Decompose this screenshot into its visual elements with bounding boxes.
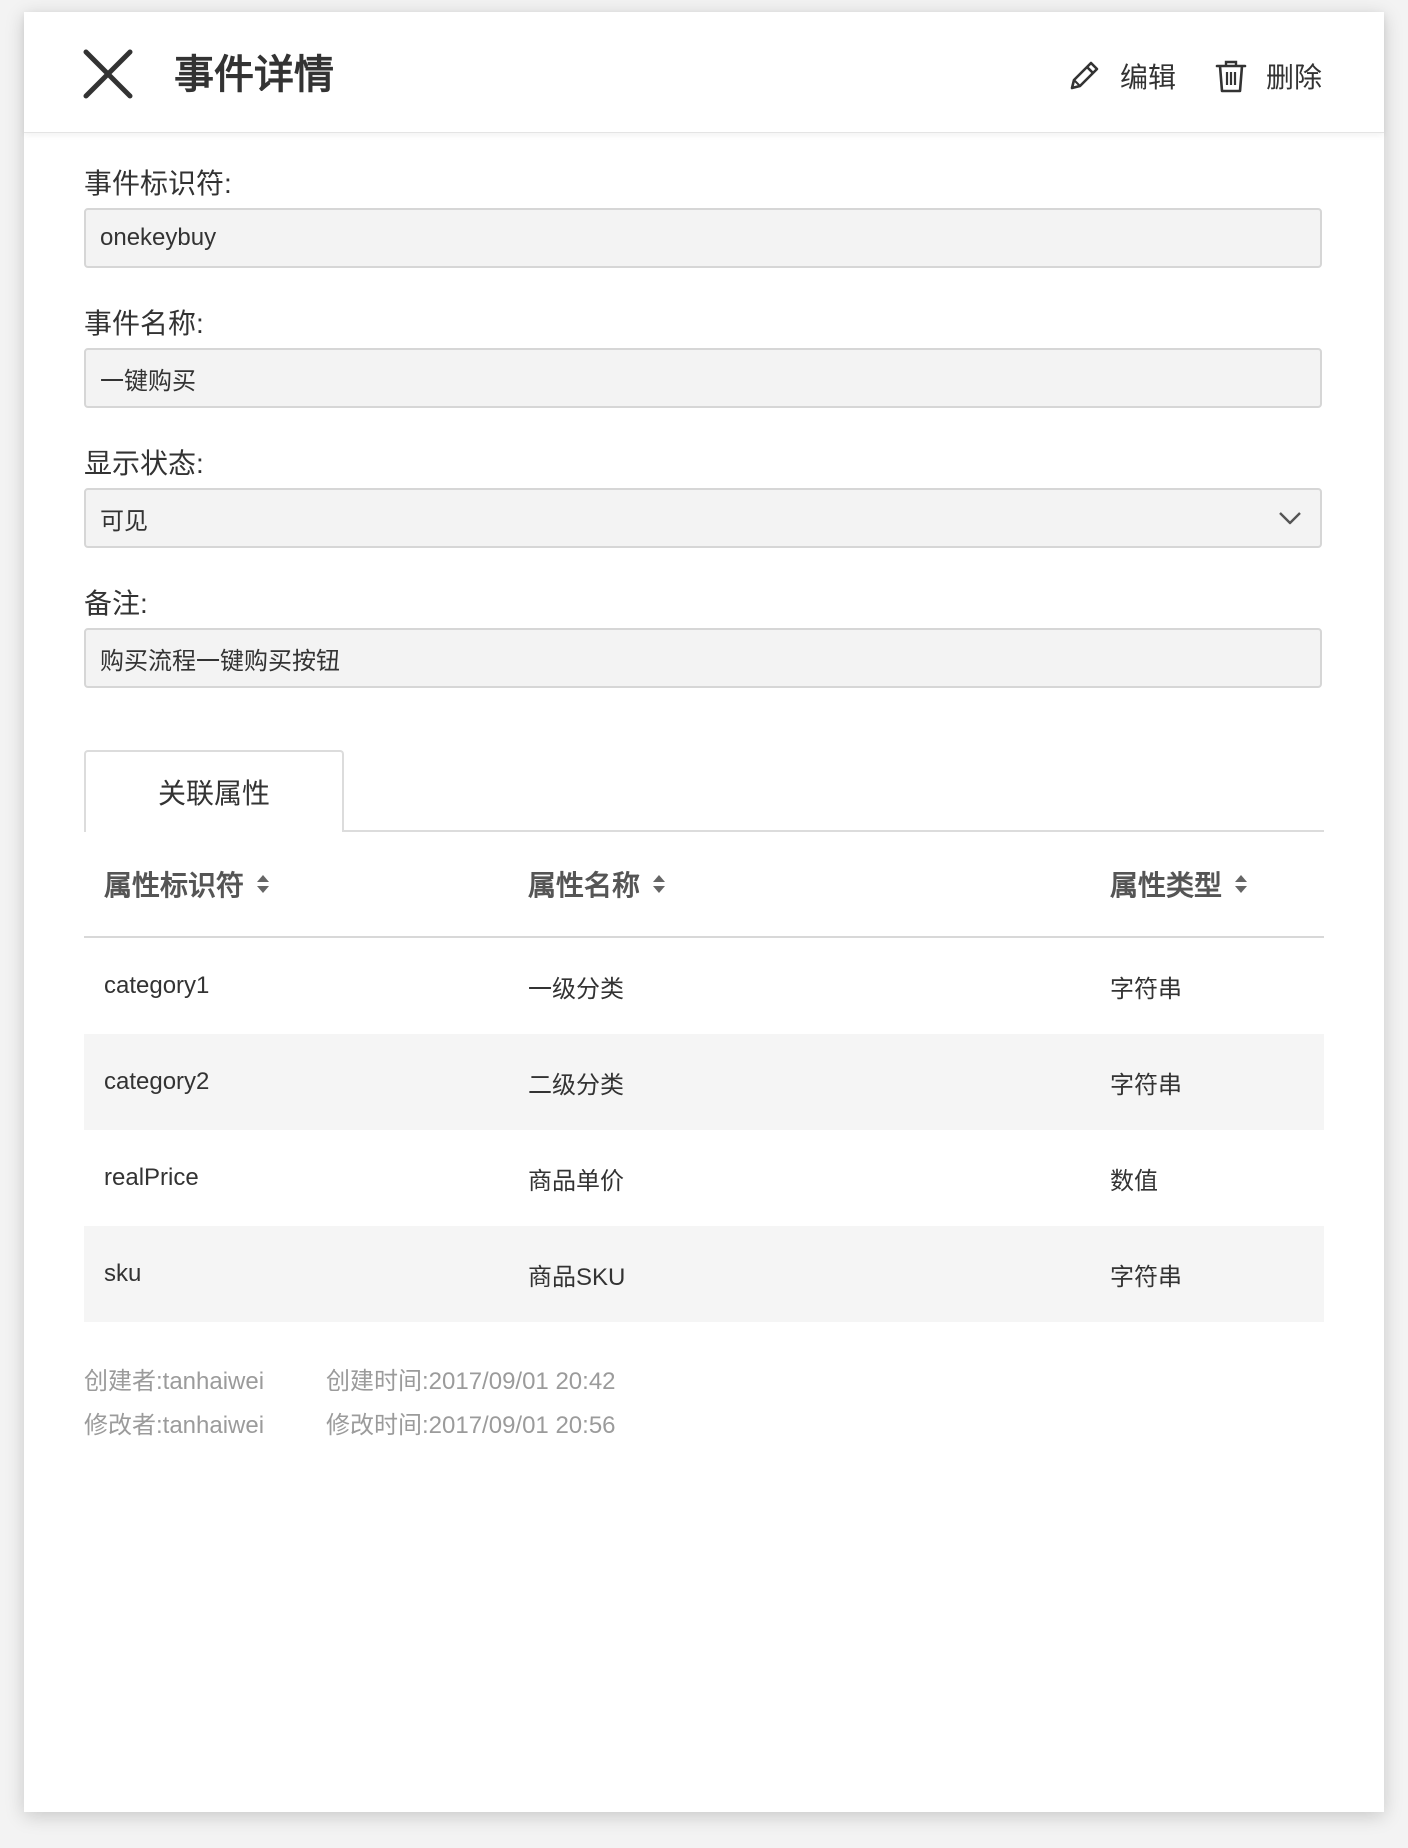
- pencil-icon: [1070, 61, 1099, 90]
- cell-identifier: realPrice: [104, 1164, 199, 1191]
- cell-type: 字符串: [1110, 975, 1182, 1003]
- cell-identifier: sku: [104, 1260, 142, 1287]
- column-header-label: 属性标识符: [104, 870, 245, 901]
- remark-label: 备注:: [84, 588, 148, 619]
- identifier-label: 事件标识符:: [84, 168, 232, 199]
- close-button[interactable]: [80, 46, 136, 102]
- status-select-value: 可见: [100, 507, 148, 535]
- table-row[interactable]: sku 商品SKU 字符串: [84, 1226, 1324, 1322]
- modified-info: 修改者:tanhaiwei 修改时间:2017/09/01 20:56: [84, 1410, 616, 1442]
- table-row[interactable]: category1 一级分类 字符串: [84, 938, 1324, 1034]
- status-label: 显示状态:: [84, 448, 204, 479]
- column-header-label: 属性类型: [1110, 870, 1223, 901]
- status-select[interactable]: 可见: [84, 488, 1322, 548]
- table-header: 属性标识符 属性名称 属性类型: [84, 834, 1324, 938]
- identifier-field[interactable]: onekeybuy: [84, 208, 1322, 268]
- remark-field[interactable]: 购买流程一键购买按钮: [84, 628, 1322, 688]
- cell-identifier: category1: [104, 972, 210, 999]
- created-time-text: 创建时间:2017/09/01 20:42: [326, 1368, 616, 1395]
- delete-label: 删除: [1266, 62, 1323, 93]
- chevron-down-icon: [1279, 512, 1301, 525]
- created-info: 创建者:tanhaiwei 创建时间:2017/09/01 20:42: [84, 1366, 616, 1398]
- header-bar: 事件详情 编辑 删除: [24, 12, 1384, 133]
- sort-icon: [1235, 875, 1248, 893]
- cell-name: 商品SKU: [528, 1263, 626, 1291]
- event-detail-panel: 事件详情 编辑 删除 事件标识符: onekeybuy 事件名称: 一键购买 显…: [24, 12, 1384, 1812]
- creator-text: 创建者:tanhaiwei: [84, 1368, 265, 1395]
- name-label: 事件名称:: [84, 308, 204, 339]
- delete-button[interactable]: 删除: [1214, 56, 1322, 96]
- tab-related-attributes[interactable]: 关联属性: [84, 750, 344, 832]
- modified-time-text: 修改时间:2017/09/01 20:56: [326, 1412, 616, 1439]
- cell-name: 商品单价: [528, 1167, 624, 1195]
- edit-button[interactable]: 编辑: [1066, 56, 1176, 96]
- attribute-table: 属性标识符 属性名称 属性类型 category1 一级分类 字符串 categ…: [84, 834, 1324, 1322]
- column-header-name[interactable]: 属性名称: [528, 864, 666, 904]
- edit-label: 编辑: [1120, 62, 1177, 93]
- cell-identifier: category2: [104, 1068, 210, 1095]
- cell-type: 数值: [1110, 1167, 1158, 1195]
- column-header-label: 属性名称: [528, 870, 641, 901]
- column-header-type[interactable]: 属性类型: [1110, 864, 1248, 904]
- cell-type: 字符串: [1110, 1263, 1182, 1291]
- page-title: 事件详情: [174, 53, 334, 97]
- cell-name: 一级分类: [528, 975, 624, 1003]
- name-field[interactable]: 一键购买: [84, 348, 1322, 408]
- cell-type: 字符串: [1110, 1071, 1182, 1099]
- sort-icon: [653, 875, 666, 893]
- trash-icon: [1215, 60, 1247, 93]
- modifier-text: 修改者:tanhaiwei: [84, 1412, 265, 1439]
- table-row[interactable]: realPrice 商品单价 数值: [84, 1130, 1324, 1226]
- sort-icon: [257, 875, 270, 893]
- cell-name: 二级分类: [528, 1071, 624, 1099]
- column-header-identifier[interactable]: 属性标识符: [104, 864, 270, 904]
- close-icon: [83, 49, 133, 99]
- table-row[interactable]: category2 二级分类 字符串: [84, 1034, 1324, 1130]
